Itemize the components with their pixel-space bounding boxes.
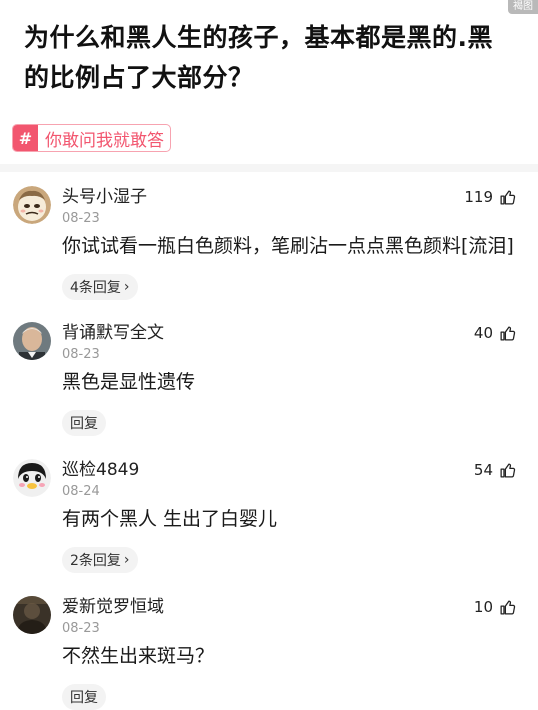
comment-username[interactable]: 背诵默写全文 (62, 322, 164, 344)
like-count: 40 (473, 324, 493, 342)
like-button[interactable]: 40 (474, 324, 516, 342)
reply-button[interactable]: 回复 (62, 684, 106, 710)
comment-date: 08-24 (62, 484, 100, 499)
reply-label: 2条回复 (70, 553, 121, 569)
comment-text: 有两个黑人 生出了白婴儿 (62, 508, 278, 530)
hash-icon: # (13, 125, 38, 151)
view-replies-button[interactable]: 4条回复 › (62, 274, 138, 300)
reply-label: 回复 (70, 416, 98, 432)
man-portrait-avatar[interactable] (13, 322, 51, 360)
chevron-right-icon: › (123, 279, 130, 295)
topic-tag[interactable]: # 你敢问我就敢答 (12, 124, 171, 152)
chevron-right-icon: › (123, 552, 130, 568)
like-button[interactable]: 54 (474, 461, 516, 479)
comment-date: 08-23 (62, 621, 100, 636)
like-count: 10 (473, 598, 493, 616)
thumbs-up-icon (499, 325, 516, 342)
comment-text: 黑色是显性遗传 (62, 371, 196, 393)
corner-badge: 褐图 (508, 0, 538, 14)
comment-username[interactable]: 头号小湿子 (62, 186, 147, 208)
thumbs-up-icon (499, 189, 516, 206)
comment-date: 08-23 (62, 211, 100, 226)
cartoon-face-avatar[interactable] (13, 186, 51, 224)
reply-label: 回复 (70, 690, 98, 706)
topic-label: 你敢问我就敢答 (45, 130, 164, 151)
reply-button[interactable]: 回复 (62, 410, 106, 436)
thumbs-up-icon (499, 462, 516, 479)
section-divider (0, 164, 538, 172)
comment-date: 08-23 (62, 347, 100, 362)
reply-label: 4条回复 (70, 280, 121, 296)
thumbs-up-icon (499, 599, 516, 616)
comment-username[interactable]: 爱新觉罗恒域 (62, 596, 164, 618)
like-button[interactable]: 10 (474, 598, 516, 616)
dark-photo-avatar[interactable] (13, 596, 51, 634)
comment-username[interactable]: 巡检4849 (62, 459, 139, 481)
comment-text: 你试试看一瓶白色颜料，笔刷沾一点点黑色颜料[流泪] (62, 235, 514, 257)
like-count: 54 (473, 461, 493, 479)
comment-text: 不然生出来斑马？ (62, 645, 215, 667)
view-replies-button[interactable]: 2条回复 › (62, 547, 138, 573)
like-count: 119 (464, 188, 493, 206)
question-title: 为什么和黑人生的孩子，基本都是黑的.黑的比例占了大部分？ (24, 23, 493, 92)
penguin-cartoon-avatar[interactable] (13, 459, 51, 497)
like-button[interactable]: 119 (464, 188, 516, 206)
